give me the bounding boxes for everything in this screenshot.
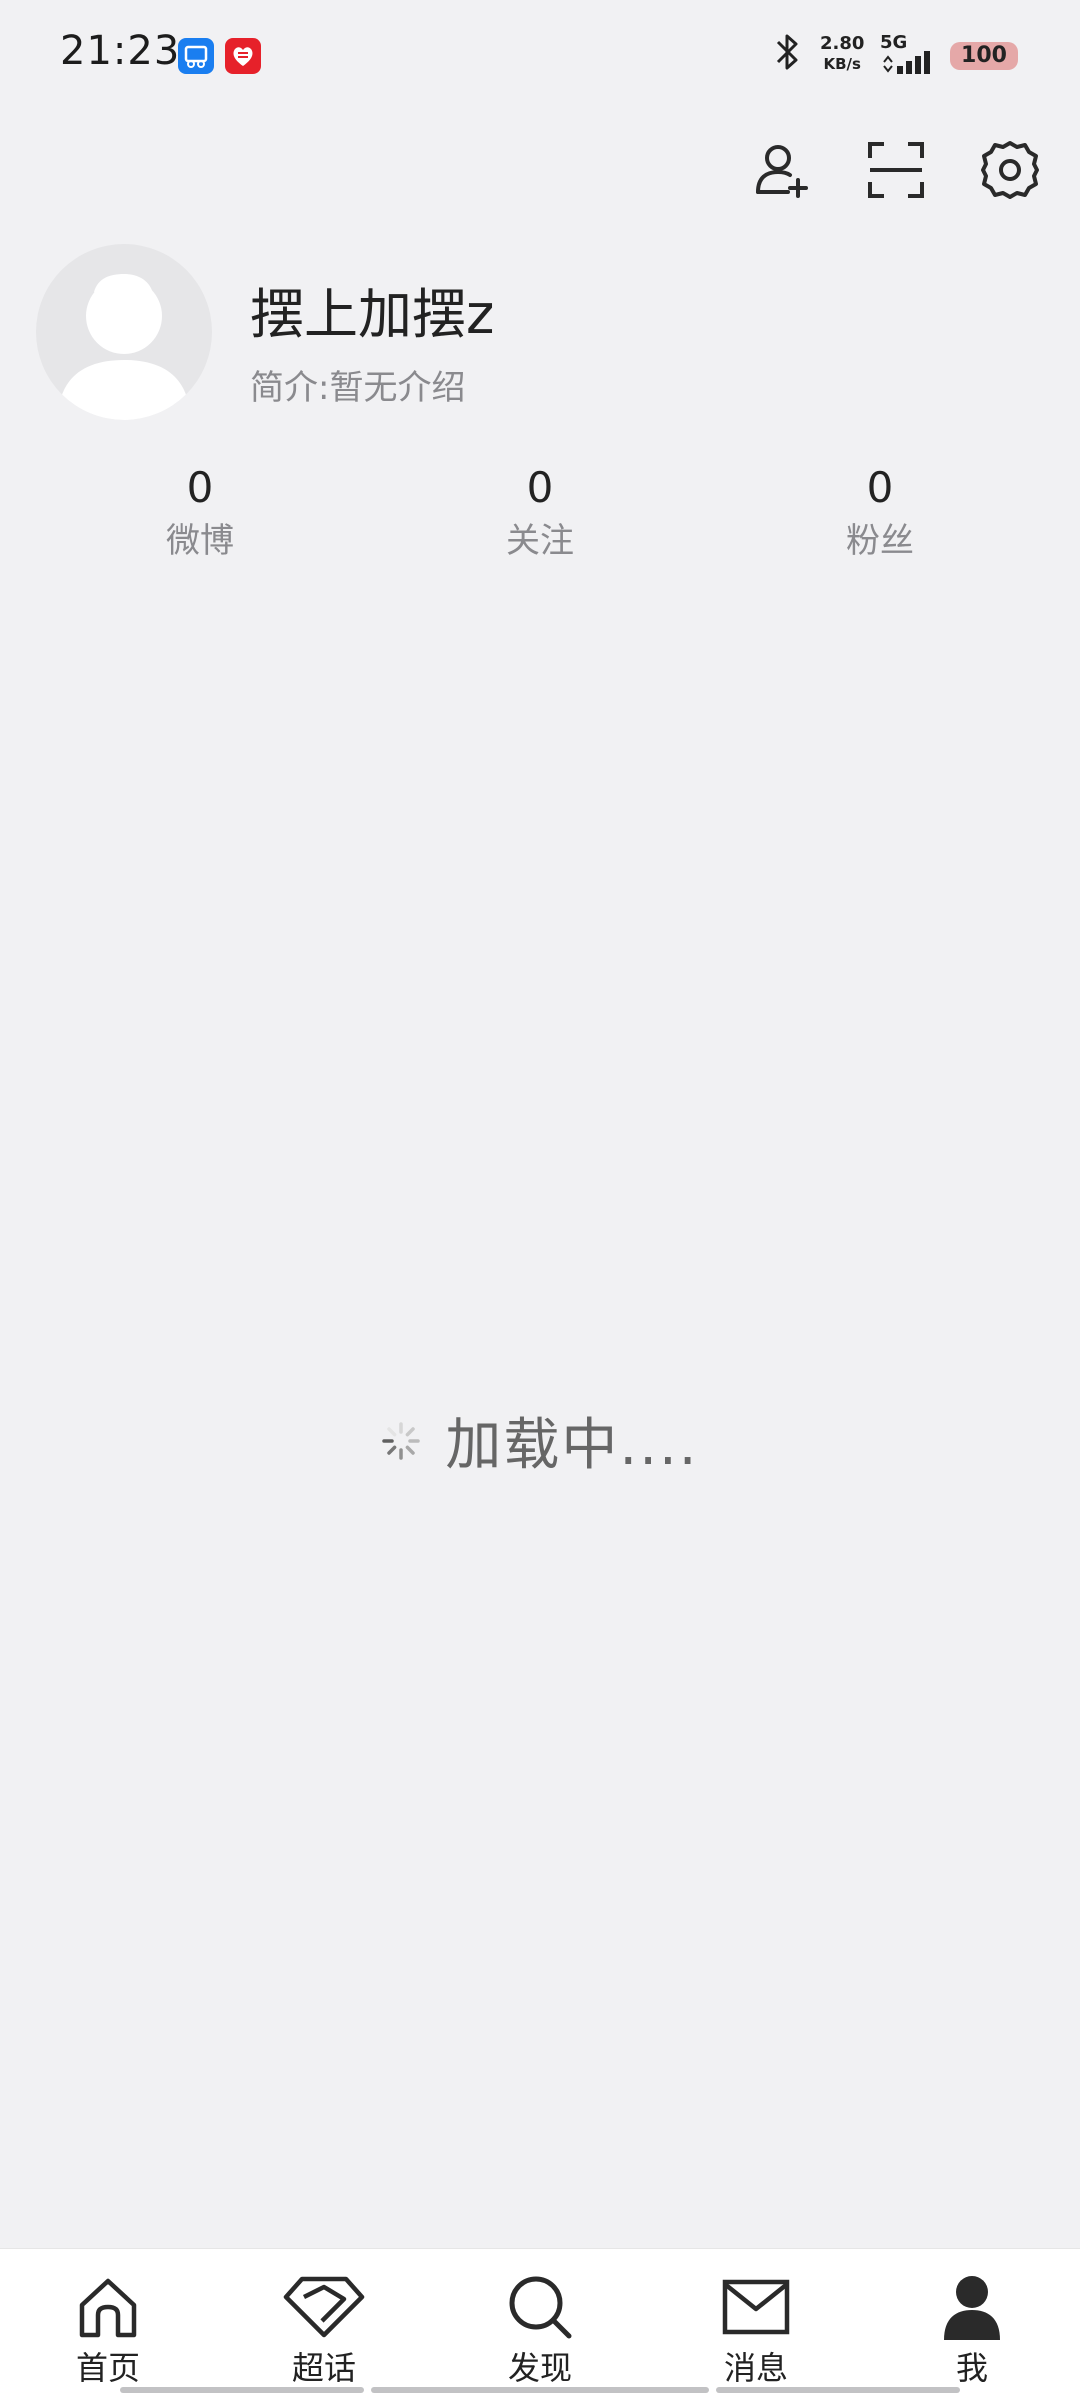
status-time: 21:23	[60, 28, 181, 74]
diamond-icon	[254, 2265, 394, 2349]
tab-label: 发现	[507, 2349, 572, 2387]
tab-message[interactable]: 消息	[686, 2265, 826, 2387]
stat-following[interactable]: 0 关注	[440, 460, 640, 566]
tab-me[interactable]: 我	[902, 2265, 1042, 2387]
bio-label: 简介:	[250, 368, 330, 408]
scan-icon[interactable]	[864, 138, 928, 202]
stat-label: 粉丝	[846, 521, 914, 561]
tab-label: 首页	[75, 2349, 140, 2387]
tab-label: 超话	[291, 2349, 356, 2387]
tab-super-topic[interactable]: 超话	[254, 2265, 394, 2387]
signal-icon	[883, 51, 930, 74]
gesture-bar-segment	[716, 2387, 960, 2393]
loading-indicator: 加载中....	[0, 1400, 1080, 1481]
stat-weibo[interactable]: 0 微博	[100, 460, 300, 566]
network-speed: 2.80 KB/s	[820, 34, 864, 74]
blue-app-badge	[178, 38, 214, 74]
search-icon	[470, 2265, 610, 2349]
profile-stats: 0 微博 0 关注 0 粉丝	[0, 460, 1080, 570]
stat-label: 微博	[166, 521, 234, 561]
speed-value: 2.80	[820, 33, 865, 54]
status-bar: 21:23 2.80 KB/s 5G 100	[0, 0, 1080, 110]
gesture-bar-segment	[120, 2387, 364, 2393]
stat-followers[interactable]: 0 粉丝	[780, 460, 980, 566]
tab-home[interactable]: 首页	[38, 2265, 178, 2387]
red-app-badge	[225, 38, 261, 74]
add-friend-icon[interactable]	[750, 138, 814, 202]
bluetooth-icon	[770, 30, 804, 78]
avatar[interactable]	[36, 244, 212, 420]
stat-value: 0	[186, 463, 214, 512]
gesture-bar-segment	[371, 2387, 709, 2393]
loading-text: 加载中....	[445, 1413, 699, 1478]
mail-icon	[686, 2265, 826, 2349]
home-icon	[38, 2265, 178, 2349]
tab-label: 消息	[723, 2349, 788, 2387]
bio-value: 暂无介绍	[329, 368, 466, 408]
username: 摆上加摆z	[250, 283, 495, 346]
battery-indicator: 100	[950, 42, 1018, 70]
bottom-tab-bar: 首页 超话 发现 消息 我	[0, 2248, 1080, 2401]
settings-icon[interactable]	[978, 138, 1042, 202]
tab-label: 我	[955, 2349, 988, 2387]
top-actions	[750, 138, 1042, 208]
stat-label: 关注	[506, 521, 574, 561]
person-icon	[902, 2265, 1042, 2349]
spinner-icon	[382, 1421, 421, 1460]
stat-value: 0	[526, 463, 554, 512]
tab-discover[interactable]: 发现	[470, 2265, 610, 2387]
bio: 简介:暂无介绍	[250, 360, 465, 409]
speed-unit: KB/s	[823, 55, 861, 73]
stat-value: 0	[866, 463, 894, 512]
